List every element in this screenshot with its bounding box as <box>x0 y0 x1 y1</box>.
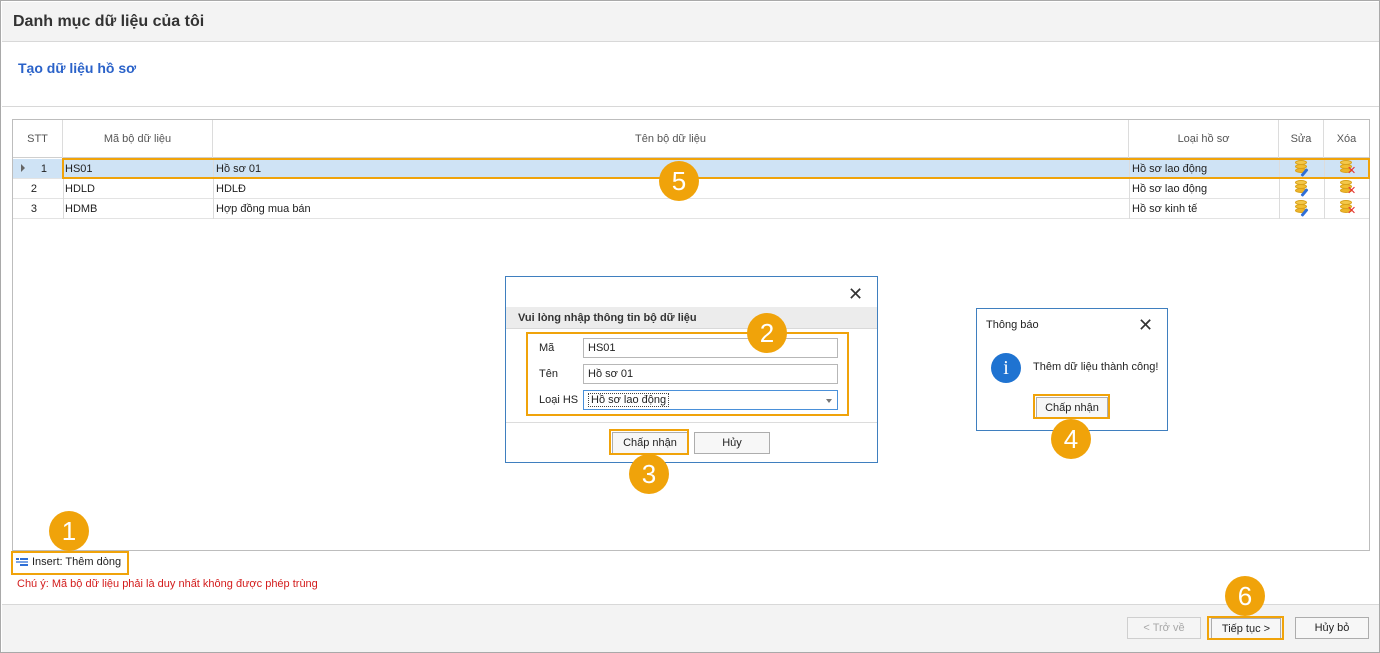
cell-divider <box>213 159 214 179</box>
cell-stt: 2 <box>30 183 37 195</box>
step-badge-4: 4 <box>1051 419 1091 459</box>
cell-ma[interactable]: HDMB <box>65 199 211 219</box>
insert-row-button[interactable]: Insert: Thêm dòng <box>12 552 121 574</box>
divider <box>2 106 1379 107</box>
cancel-all-button[interactable]: Hủy bỏ <box>1295 617 1369 639</box>
cell-divider <box>63 179 64 199</box>
cell-ma[interactable]: HDLD <box>65 179 211 199</box>
window-title: Danh mục dữ liệu của tôi <box>13 13 205 30</box>
loai-label: Loại HS <box>539 394 579 406</box>
column-header-xoa[interactable]: Xóa <box>1324 120 1369 158</box>
close-icon[interactable]: ✕ <box>848 285 863 303</box>
column-header-loai[interactable]: Loại hồ sơ <box>1129 120 1279 158</box>
ten-label: Tên <box>539 368 558 380</box>
cell-stt: 1 <box>40 163 47 175</box>
step-badge-2: 2 <box>747 313 787 353</box>
grid-header: STT Mã bộ dữ liệu Tên bộ dữ liệu Loại hồ… <box>13 120 1369 158</box>
cell-divider <box>63 199 64 219</box>
column-header-ten[interactable]: Tên bộ dữ liệu <box>213 120 1129 158</box>
cell-divider <box>1279 179 1280 199</box>
cancel-button[interactable]: Hủy <box>694 432 770 454</box>
loai-select-value: Hồ sơ lao động <box>588 393 670 407</box>
cell-divider <box>1324 159 1325 179</box>
step-badge-6: 6 <box>1225 576 1265 616</box>
next-button[interactable]: Tiếp tục > <box>1211 618 1281 640</box>
database-delete-icon[interactable]: ✕ <box>1340 180 1356 197</box>
message-box: Thông báo ✕ i Thêm dữ liệu thành công! C… <box>976 308 1168 431</box>
cell-divider <box>213 199 214 219</box>
dialog-heading: Vui lòng nhập thông tin bộ dữ liệu <box>506 307 877 329</box>
message-accept-button[interactable]: Chấp nhận <box>1036 397 1108 419</box>
title-bar: Danh mục dữ liệu của tôi <box>2 2 1379 42</box>
back-button[interactable]: < Trở về <box>1127 617 1201 639</box>
step-badge-5: 5 <box>659 161 699 201</box>
cell-loai[interactable]: Hồ sơ lao động <box>1132 179 1277 199</box>
insert-row-label: Insert: Thêm dòng <box>32 556 122 568</box>
database-edit-icon[interactable] <box>1295 200 1309 217</box>
database-delete-icon[interactable]: ✕ <box>1340 160 1356 177</box>
cell-divider <box>63 159 64 179</box>
cell-loai[interactable]: Hồ sơ lao động <box>1132 159 1277 179</box>
cell-divider <box>1279 159 1280 179</box>
database-delete-icon[interactable]: ✕ <box>1340 200 1356 217</box>
cell-divider <box>1324 179 1325 199</box>
insert-row-icon <box>16 558 28 566</box>
ten-field[interactable]: Hồ sơ 01 <box>583 364 838 384</box>
cell-divider <box>1129 159 1130 179</box>
cell-ma[interactable]: HS01 <box>65 159 211 179</box>
cell-divider <box>1129 179 1130 199</box>
loai-select[interactable]: Hồ sơ lao động <box>583 390 838 410</box>
cell-loai[interactable]: Hồ sơ kinh tế <box>1132 199 1277 219</box>
info-icon: i <box>991 353 1021 383</box>
close-icon[interactable]: ✕ <box>1138 316 1153 334</box>
column-header-ma[interactable]: Mã bộ dữ liệu <box>63 120 213 158</box>
cell-stt: 3 <box>30 203 37 215</box>
table-row[interactable]: 3 HDMB Hợp đồng mua bán Hồ sơ kinh tế ✕ <box>13 199 1369 219</box>
column-header-sua[interactable]: Sửa <box>1279 120 1324 158</box>
accept-button[interactable]: Chấp nhận <box>612 432 688 454</box>
main-window: Danh mục dữ liệu của tôi Tạo dữ liệu hồ … <box>0 0 1380 653</box>
column-header-stt[interactable]: STT <box>13 120 63 158</box>
step-badge-1: 1 <box>49 511 89 551</box>
input-dialog: ✕ Vui lòng nhập thông tin bộ dữ liệu Mã … <box>505 276 878 463</box>
database-edit-icon[interactable] <box>1295 160 1309 177</box>
message-box-title: Thông báo <box>986 319 1039 331</box>
database-edit-icon[interactable] <box>1295 180 1309 197</box>
cell-divider <box>1279 199 1280 219</box>
page-subtitle: Tạo dữ liệu hồ sơ <box>18 60 137 76</box>
warning-note: Chú ý: Mã bộ dữ liệu phải là duy nhất kh… <box>17 578 318 590</box>
cell-ten[interactable]: Hợp đồng mua bán <box>216 199 1116 219</box>
cell-divider <box>1129 199 1130 219</box>
step-badge-3: 3 <box>629 454 669 494</box>
divider <box>506 422 877 423</box>
ma-label: Mã <box>539 342 555 354</box>
cell-divider <box>213 179 214 199</box>
chevron-down-icon[interactable] <box>826 399 832 403</box>
cell-divider <box>1324 199 1325 219</box>
message-text: Thêm dữ liệu thành công! <box>1033 361 1159 373</box>
ma-field[interactable]: HS01 <box>583 338 838 358</box>
